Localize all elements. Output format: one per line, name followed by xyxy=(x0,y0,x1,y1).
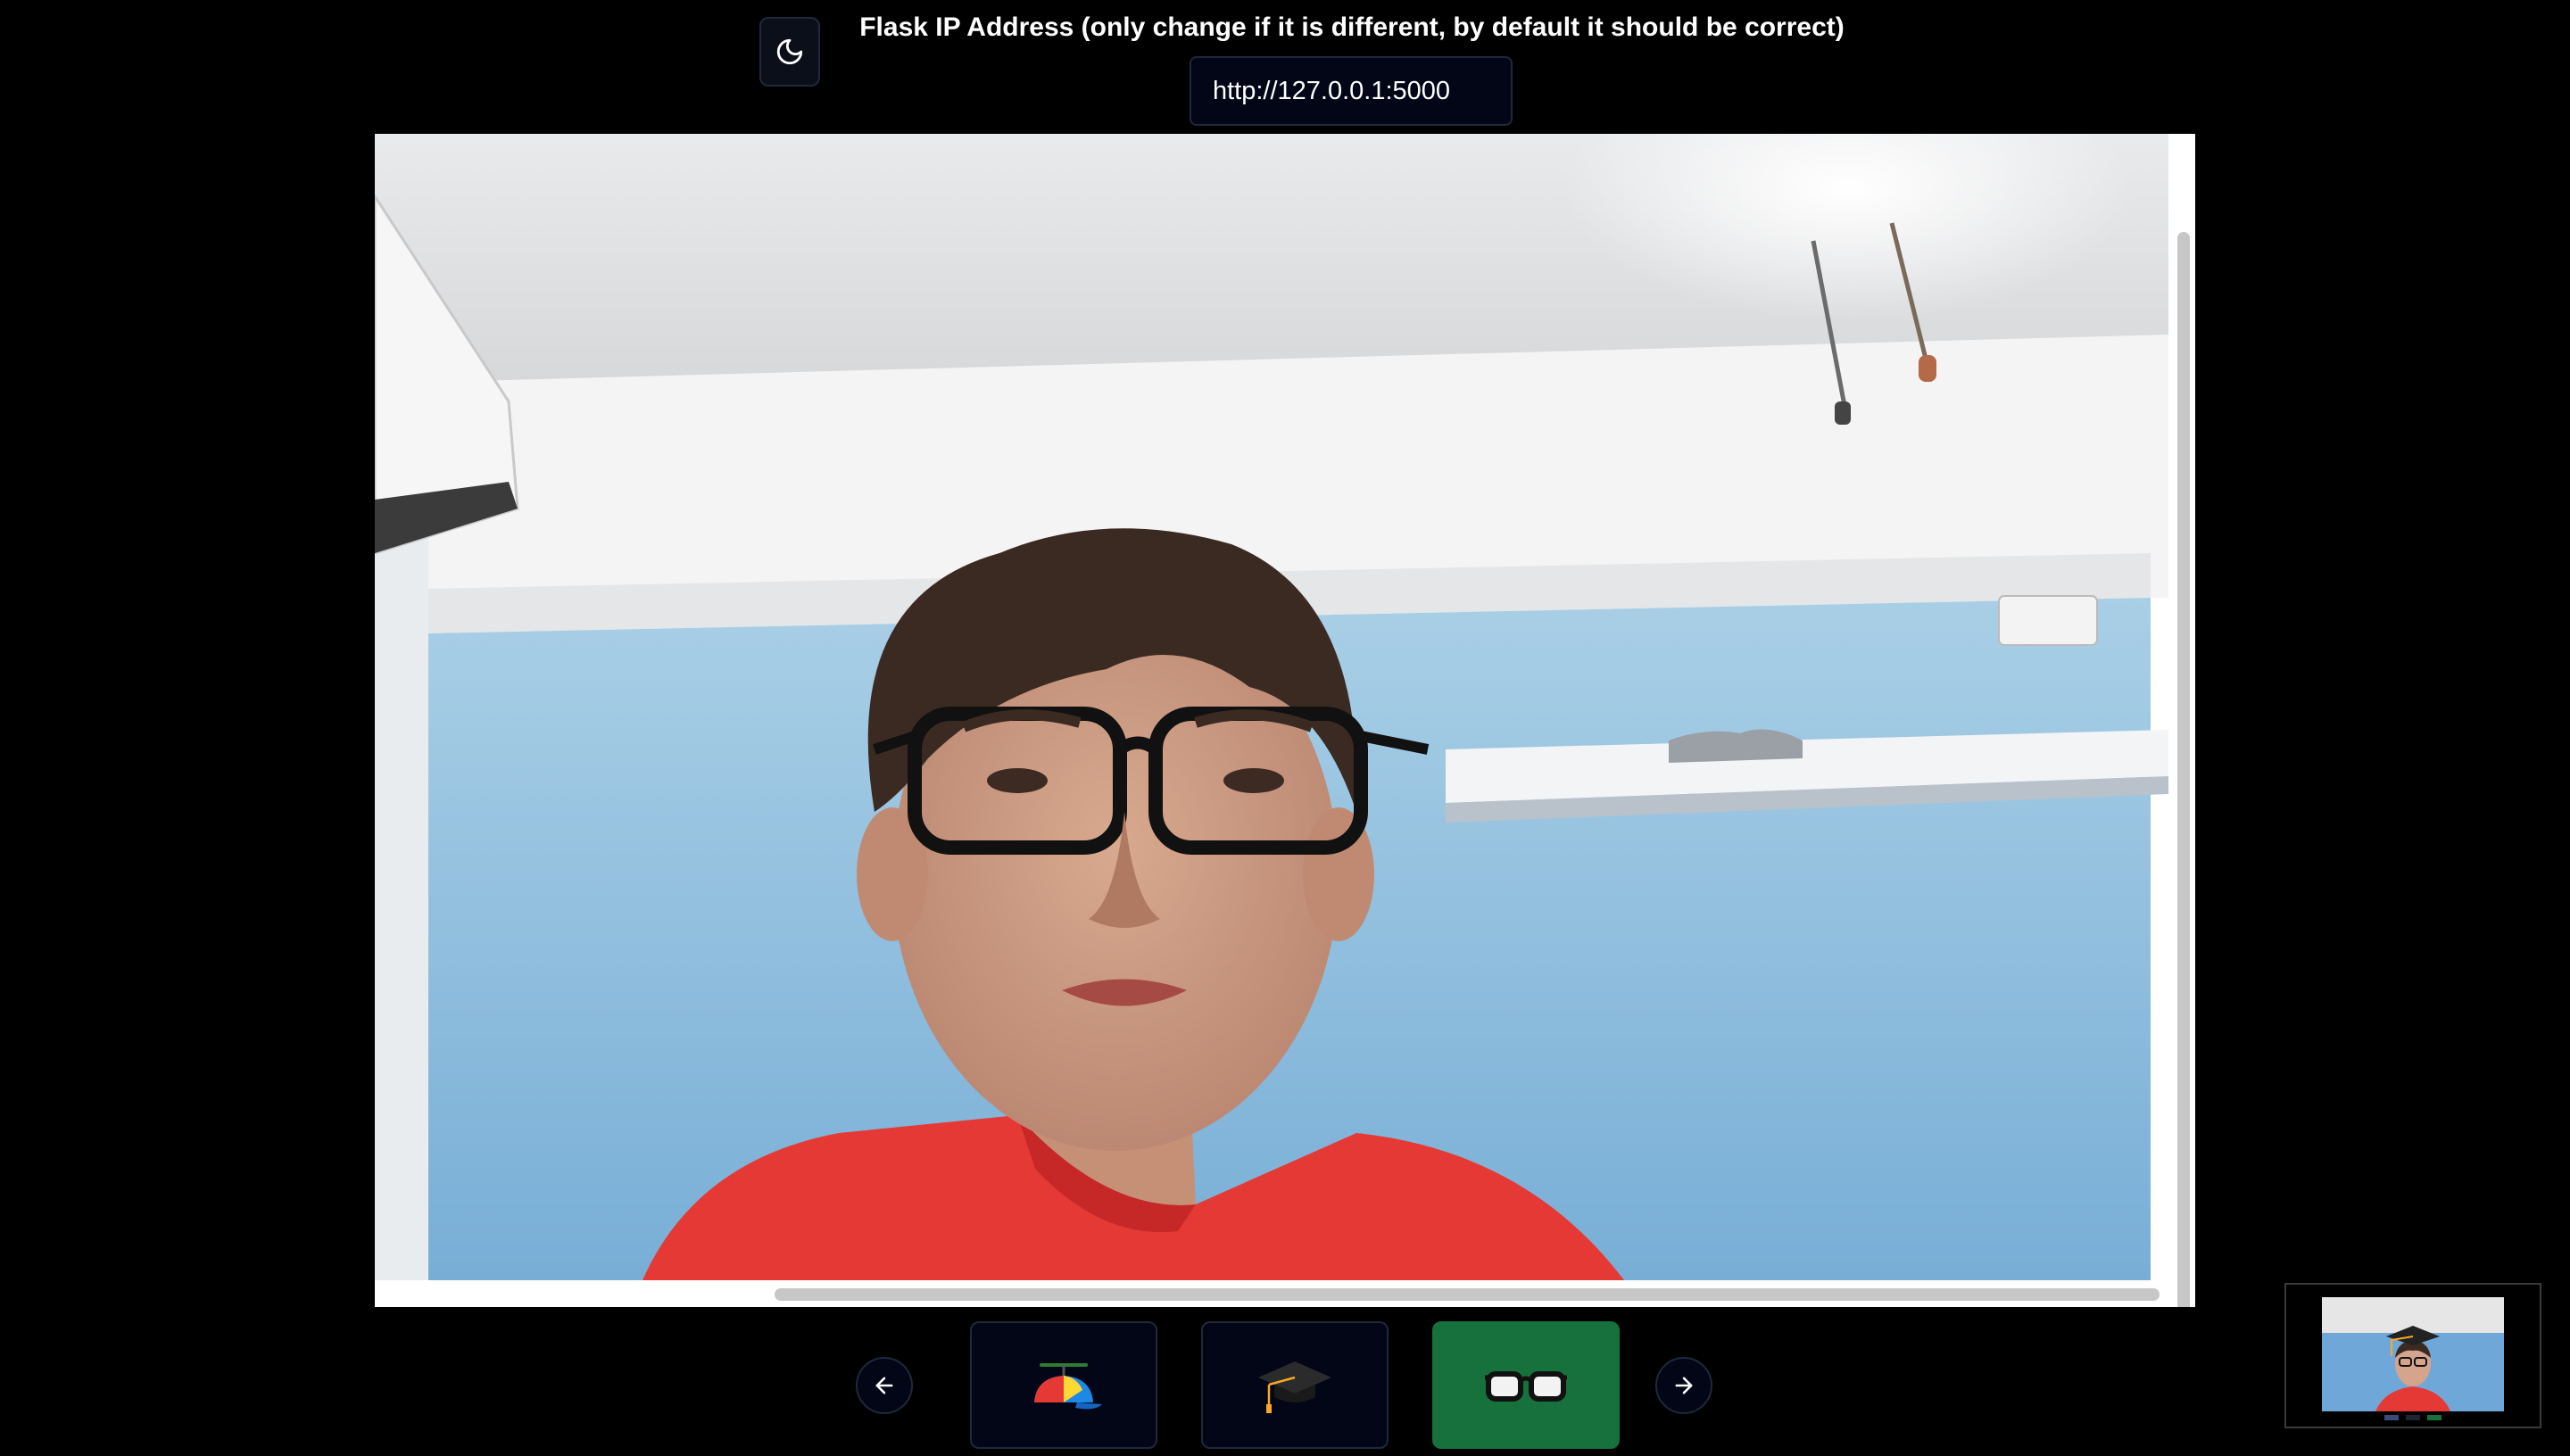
glasses-icon xyxy=(1485,1370,1567,1402)
preview-image xyxy=(2286,1285,2540,1427)
next-button[interactable] xyxy=(1655,1357,1712,1414)
camera-feed-viewport[interactable] xyxy=(375,134,2195,1307)
ip-address-label: Flask IP Address (only change if it is d… xyxy=(859,12,1845,42)
webcam-feed xyxy=(375,134,2168,1280)
moon-icon xyxy=(776,38,803,65)
arrow-left-icon xyxy=(875,1377,893,1394)
ip-address-input[interactable] xyxy=(1190,56,1513,126)
vertical-scrollbar[interactable] xyxy=(2177,232,2190,1307)
theme-toggle-button[interactable] xyxy=(759,17,820,87)
previous-button[interactable] xyxy=(856,1357,913,1414)
accessory-propeller-hat[interactable] xyxy=(970,1321,1157,1449)
graduation-cap-icon xyxy=(1258,1361,1331,1413)
arrow-right-icon xyxy=(1675,1377,1693,1394)
propeller-hat-icon xyxy=(1034,1362,1102,1409)
accessory-graduation-cap[interactable] xyxy=(1201,1321,1389,1449)
accessory-glasses[interactable] xyxy=(1432,1321,1620,1449)
horizontal-scrollbar[interactable] xyxy=(775,1288,2160,1301)
preview-thumbnail[interactable] xyxy=(2284,1283,2541,1428)
